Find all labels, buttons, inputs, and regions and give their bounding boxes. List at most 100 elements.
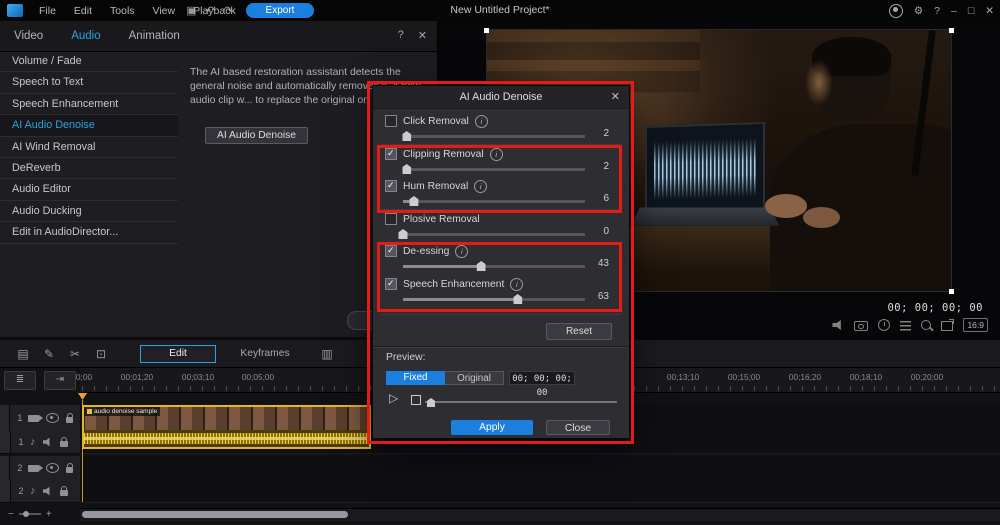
select-tool-icon[interactable]: ▤ (10, 347, 36, 361)
stop-icon[interactable] (411, 395, 421, 405)
info-icon[interactable]: i (474, 114, 488, 128)
slider-handle[interactable] (398, 229, 408, 239)
panel-help-icon[interactable]: ? (398, 29, 404, 42)
laptop-screen (644, 121, 765, 216)
scrollbar-thumb[interactable] (82, 511, 348, 518)
slider[interactable] (403, 196, 585, 207)
account-icon[interactable] (888, 3, 903, 18)
slider-handle[interactable] (402, 164, 412, 174)
selection-handle[interactable] (484, 28, 489, 33)
laptop-waveform-fade (646, 123, 763, 215)
sidebar-item-speech-to-text[interactable]: Speech to Text (0, 72, 178, 94)
ruler-tick: 00;18;10 (849, 372, 883, 382)
timeline-tab-keyframes[interactable]: Keyframes (216, 348, 314, 359)
aspect-ratio-badge[interactable]: 16:9 (963, 318, 988, 332)
audio-track-icon: ♪ (30, 435, 36, 448)
tab-audio[interactable]: Audio (57, 30, 114, 42)
checkbox[interactable] (385, 278, 397, 290)
checkbox[interactable] (385, 245, 397, 257)
preview-mode-original[interactable]: Original (445, 371, 504, 385)
preview-seek-slider[interactable] (425, 398, 617, 408)
checkbox[interactable] (385, 213, 397, 225)
zoom-preview-icon[interactable] (921, 320, 932, 330)
sidebar-item-ai-audio-denoise[interactable]: AI Audio Denoise (0, 115, 178, 137)
crop-tool-icon[interactable]: ⊡ (88, 347, 114, 361)
help-icon[interactable]: ? (934, 5, 940, 17)
info-icon[interactable]: i (455, 244, 469, 258)
slider-handle[interactable] (476, 261, 486, 271)
timeline-scrollbar[interactable] (80, 508, 1000, 521)
duration-icon[interactable] (878, 319, 891, 331)
lock-toggle-icon[interactable] (59, 486, 68, 496)
ruler-tick: 0;00 (75, 372, 93, 382)
mute-toggle-icon[interactable] (42, 437, 50, 447)
checkbox[interactable] (385, 115, 397, 127)
slider-handle[interactable] (402, 131, 412, 141)
selection-handle[interactable] (949, 289, 954, 294)
sidebar-item-speech-enhancement[interactable]: Speech Enhancement (0, 94, 178, 116)
slider-handle[interactable] (513, 294, 523, 304)
preview-mode-fixed[interactable]: Fixed (386, 371, 445, 385)
quality-list-icon[interactable] (900, 320, 912, 331)
checkbox[interactable] (385, 148, 397, 160)
checkbox[interactable] (385, 180, 397, 192)
pen-tool-icon[interactable]: ✎ (36, 347, 62, 361)
zoom-out-icon[interactable]: − (8, 509, 14, 520)
zoom-slider-handle[interactable] (22, 511, 29, 517)
reset-button[interactable]: Reset (546, 323, 612, 340)
sidebar-item-dereverb[interactable]: DeReverb (0, 158, 178, 180)
slider[interactable] (402, 164, 585, 175)
lock-toggle-icon[interactable] (59, 437, 68, 447)
slider[interactable] (403, 294, 585, 305)
snapshot-icon[interactable] (854, 321, 869, 331)
undock-preview-icon[interactable] (941, 319, 955, 331)
minimize-icon[interactable]: – (951, 5, 957, 17)
mute-icon[interactable] (832, 319, 841, 331)
slider[interactable] (398, 229, 585, 240)
tab-video[interactable]: Video (0, 30, 57, 42)
track-manager-icon[interactable]: ≣ (4, 371, 36, 390)
close-button[interactable]: Close (546, 420, 610, 435)
play-icon[interactable]: ▷ (389, 391, 398, 405)
mute-toggle-icon[interactable] (42, 486, 50, 496)
visibility-toggle-icon[interactable] (45, 463, 59, 473)
control-de-essing: De-essing i 43 (373, 244, 629, 274)
lock-toggle-icon[interactable] (65, 413, 74, 423)
control-hum-removal: Hum Removal i 6 (373, 179, 629, 209)
visibility-toggle-icon[interactable] (45, 413, 59, 423)
sidebar-item-volume-fade[interactable]: Volume / Fade (0, 51, 178, 73)
dialog-titlebar[interactable]: AI Audio Denoise ✕ (373, 86, 629, 109)
lock-toggle-icon[interactable] (65, 463, 74, 473)
slider-value: 0 (603, 226, 609, 237)
slider[interactable] (402, 131, 585, 142)
maximize-icon[interactable]: □ (968, 5, 974, 17)
divider (381, 209, 621, 210)
tab-animation[interactable]: Animation (115, 30, 194, 42)
panel-close-icon[interactable]: ✕ (418, 29, 427, 42)
split-tool-icon[interactable]: ✂ (62, 347, 88, 361)
seek-handle[interactable] (427, 398, 435, 407)
selection-handle[interactable] (949, 28, 954, 33)
info-icon[interactable]: i (474, 179, 488, 193)
zoom-in-icon[interactable]: + (46, 509, 52, 520)
timeline-tab-edit[interactable]: Edit (140, 344, 216, 363)
sidebar-item-audio-ducking[interactable]: Audio Ducking (0, 201, 178, 223)
zoom-slider[interactable] (18, 511, 41, 517)
info-icon[interactable]: i (510, 277, 524, 291)
ai-audio-denoise-button[interactable]: AI Audio Denoise (205, 127, 308, 144)
sidebar-item-edit-in-audiodirector[interactable]: Edit in AudioDirector... (0, 222, 178, 244)
snap-marker-icon[interactable]: ⇥ (44, 371, 76, 390)
dialog-close-icon[interactable]: ✕ (611, 90, 620, 103)
slider[interactable] (403, 261, 585, 272)
playhead-marker[interactable] (78, 393, 87, 400)
close-window-icon[interactable]: ✕ (985, 5, 994, 17)
info-icon[interactable]: i (489, 147, 503, 161)
apply-button[interactable]: Apply (451, 420, 533, 435)
slider-handle[interactable] (409, 196, 419, 206)
sidebar-item-ai-wind-removal[interactable]: AI Wind Removal (0, 137, 178, 158)
track-header-audio-2: 2 ♪ (0, 480, 80, 503)
settings-gear-icon[interactable]: ⚙ (914, 5, 923, 17)
timeline-clip-audio-denoise-sample[interactable]: audio denoise sample (82, 405, 371, 449)
panel-toggle-icon[interactable]: ▥ (314, 347, 340, 361)
sidebar-item-audio-editor[interactable]: Audio Editor (0, 179, 178, 201)
